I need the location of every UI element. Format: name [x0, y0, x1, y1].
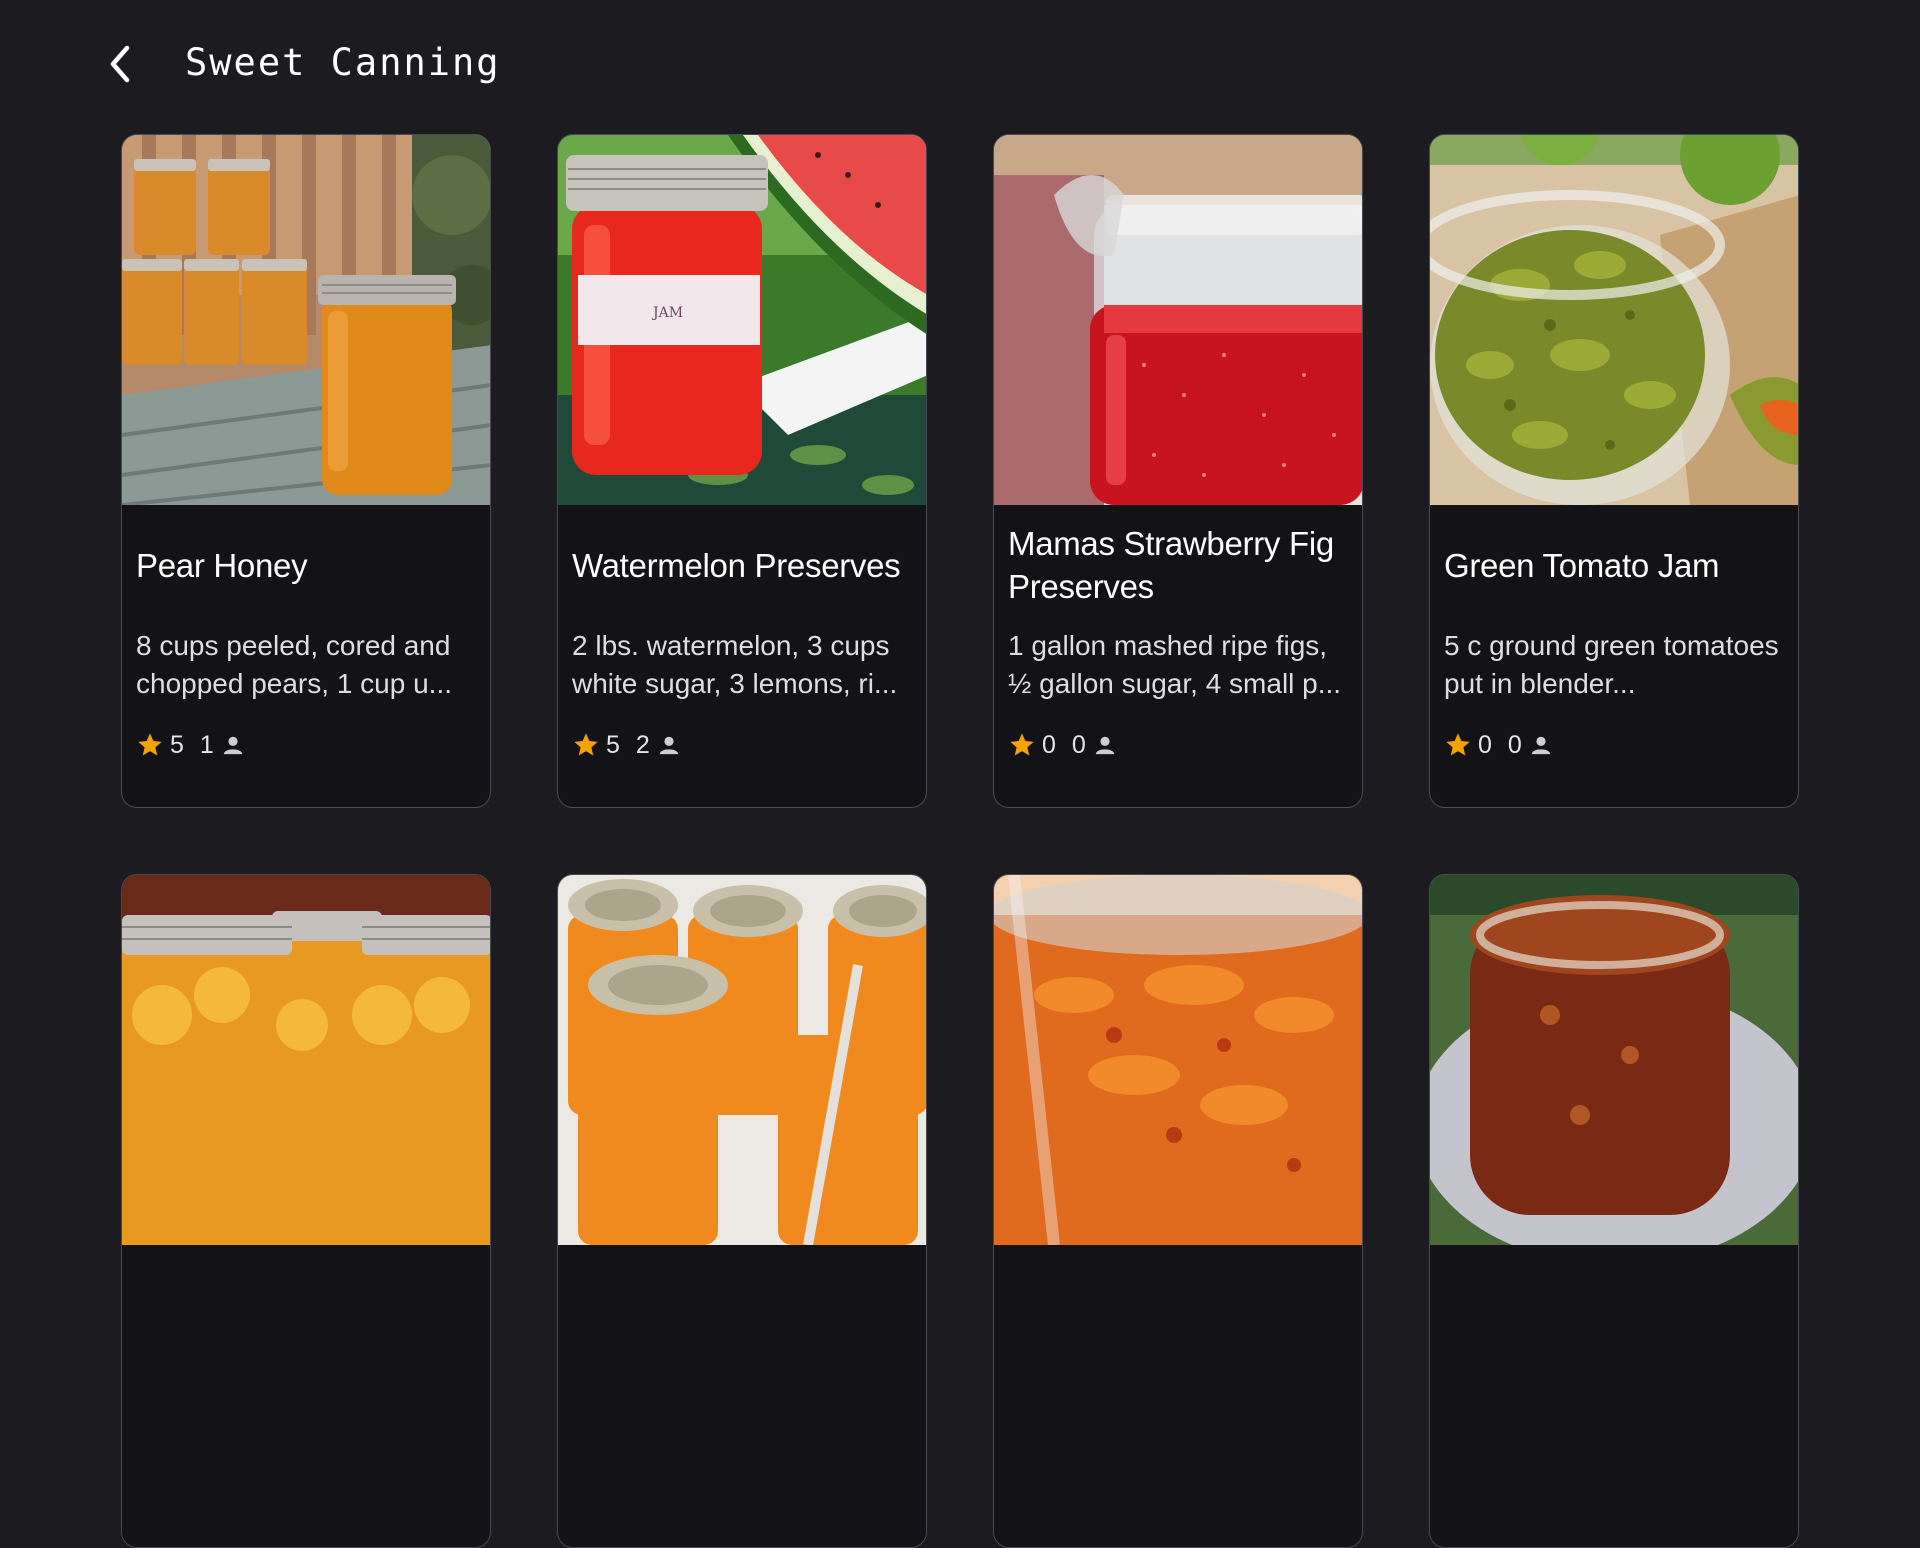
recipe-stats: 5 1	[136, 729, 244, 761]
review-count: 0	[1507, 730, 1522, 759]
star-icon	[1010, 733, 1034, 756]
person-icon	[1095, 736, 1114, 755]
person-icon	[1531, 736, 1550, 755]
star-icon	[574, 733, 598, 756]
recipe-card[interactable]	[121, 874, 491, 1548]
rating-value: 5	[170, 730, 184, 759]
page-title: Sweet Canning	[185, 41, 501, 84]
recipe-card[interactable]	[1429, 874, 1799, 1548]
recipe-card[interactable]: Mamas Strawberry Fig Preserves 1 gallon …	[993, 134, 1363, 808]
recipe-card[interactable]: Green Tomato Jam 5 c ground green tomato…	[1429, 134, 1799, 808]
person-icon	[659, 736, 678, 755]
recipe-stats: 0 0	[1444, 729, 1552, 761]
recipe-image	[1430, 875, 1798, 1245]
star-icon	[138, 733, 162, 756]
recipe-card[interactable]	[993, 874, 1363, 1548]
review-count: 0	[1071, 730, 1086, 759]
recipe-description: 2 lbs. watermelon, 3 cups white sugar, 3…	[572, 630, 898, 699]
review-count: 2	[635, 730, 650, 759]
recipe-stats: 0 0	[1008, 729, 1116, 761]
svg-text:JAM: JAM	[651, 305, 683, 321]
recipe-image	[994, 135, 1362, 505]
recipe-image	[558, 875, 926, 1245]
recipe-title: Pear Honey	[136, 546, 308, 584]
recipe-description: 8 cups peeled, cored and chopped pears, …	[136, 630, 452, 699]
recipe-description: 1 gallon mashed ripe figs, ½ gallon suga…	[1008, 630, 1342, 699]
recipe-image	[122, 875, 490, 1245]
recipe-title: Watermelon Preserves	[572, 546, 901, 584]
recipe-image	[994, 875, 1362, 1245]
rating-value: 5	[606, 730, 620, 759]
recipe-image	[1430, 135, 1798, 505]
recipe-title: Mamas Strawberry Fig Preserves	[1008, 525, 1334, 605]
recipe-card[interactable]	[557, 874, 927, 1548]
chevron-left-icon	[110, 45, 130, 83]
rating-value: 0	[1042, 730, 1056, 759]
recipe-title: Green Tomato Jam	[1444, 546, 1720, 584]
recipe-image	[122, 135, 490, 505]
recipe-grid: Pear Honey 8 cups peeled, cored and chop…	[121, 134, 1801, 1548]
rating-value: 0	[1478, 730, 1492, 759]
back-button[interactable]	[96, 34, 144, 94]
recipe-image: JAM	[558, 135, 926, 505]
recipe-card[interactable]: JAM Watermelon Preserves 2 lbs. watermel…	[557, 134, 927, 808]
recipe-card[interactable]: Pear Honey 8 cups peeled, cored and chop…	[121, 134, 491, 808]
app-header: Sweet Canning	[0, 0, 1920, 128]
review-count: 1	[199, 730, 214, 759]
recipe-stats: 5 2	[572, 729, 680, 761]
star-icon	[1446, 733, 1470, 756]
recipe-description: 5 c ground green tomatoes put in blender…	[1444, 630, 1779, 699]
person-icon	[223, 736, 242, 755]
